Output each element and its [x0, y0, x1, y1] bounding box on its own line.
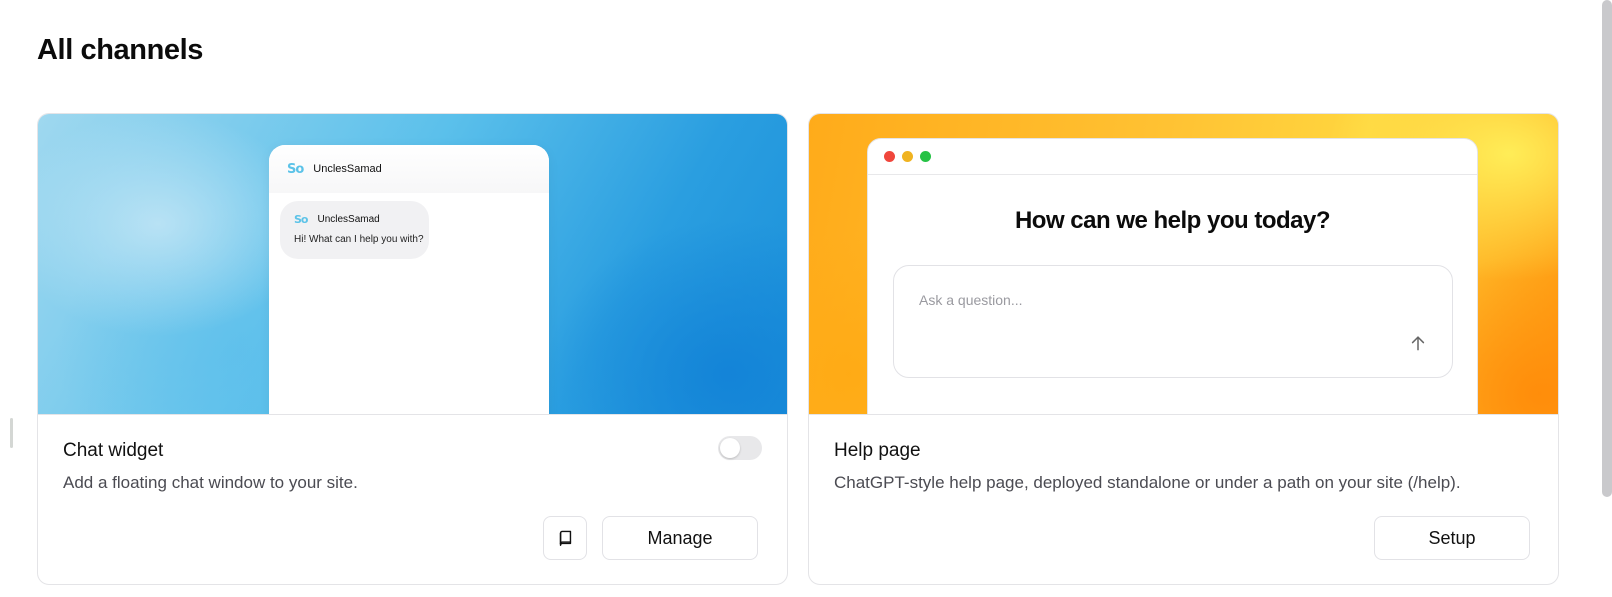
bubble-sender-name: UnclesSamad [317, 214, 380, 225]
chat-message-bubble: So UnclesSamad Hi! What can I help you w… [280, 201, 429, 259]
chat-widget-title: Chat widget [63, 440, 164, 461]
ask-question-box[interactable] [893, 265, 1453, 378]
brand-logo-icon: So [287, 161, 304, 177]
toggle-knob [720, 438, 740, 458]
maximize-dot-icon [920, 151, 931, 162]
minimize-dot-icon [902, 151, 913, 162]
browser-window-mock: How can we help you today? [867, 138, 1478, 414]
help-page-title: Help page [834, 440, 921, 461]
chat-widget-toggle[interactable] [718, 436, 762, 460]
ask-question-input[interactable] [919, 292, 1399, 308]
docs-button[interactable] [543, 516, 587, 560]
browser-title-bar [868, 139, 1477, 175]
arrow-up-icon[interactable] [1408, 333, 1428, 353]
page: All channels So UnclesSamad So UnclesSam… [0, 0, 1612, 597]
close-dot-icon [884, 151, 895, 162]
left-edge-handle [10, 418, 13, 448]
chat-widget-card: So UnclesSamad So UnclesSamad Hi! What c… [37, 113, 788, 585]
help-page-card: How can we help you today? Help page Cha… [808, 113, 1559, 585]
chat-window-mock: So UnclesSamad So UnclesSamad Hi! What c… [269, 145, 549, 414]
help-heading: How can we help you today? [1014, 207, 1331, 234]
card-divider [38, 414, 787, 415]
book-icon [559, 530, 571, 546]
help-page-preview: How can we help you today? [809, 114, 1558, 414]
chat-widget-description: Add a floating chat window to your site. [63, 473, 358, 492]
scrollbar-thumb[interactable] [1602, 0, 1612, 497]
help-page-description: ChatGPT-style help page, deployed standa… [834, 473, 1461, 492]
page-title: All channels [37, 34, 204, 66]
bubble-message-text: Hi! What can I help you with? [294, 234, 424, 245]
bubble-logo-icon: So [294, 213, 309, 226]
card-divider [809, 414, 1558, 415]
manage-button[interactable]: Manage [602, 516, 758, 560]
chat-brand-name: UnclesSamad [313, 163, 382, 175]
chat-widget-preview: So UnclesSamad So UnclesSamad Hi! What c… [38, 114, 787, 414]
chat-window-header: So UnclesSamad [269, 145, 549, 193]
setup-button[interactable]: Setup [1374, 516, 1530, 560]
